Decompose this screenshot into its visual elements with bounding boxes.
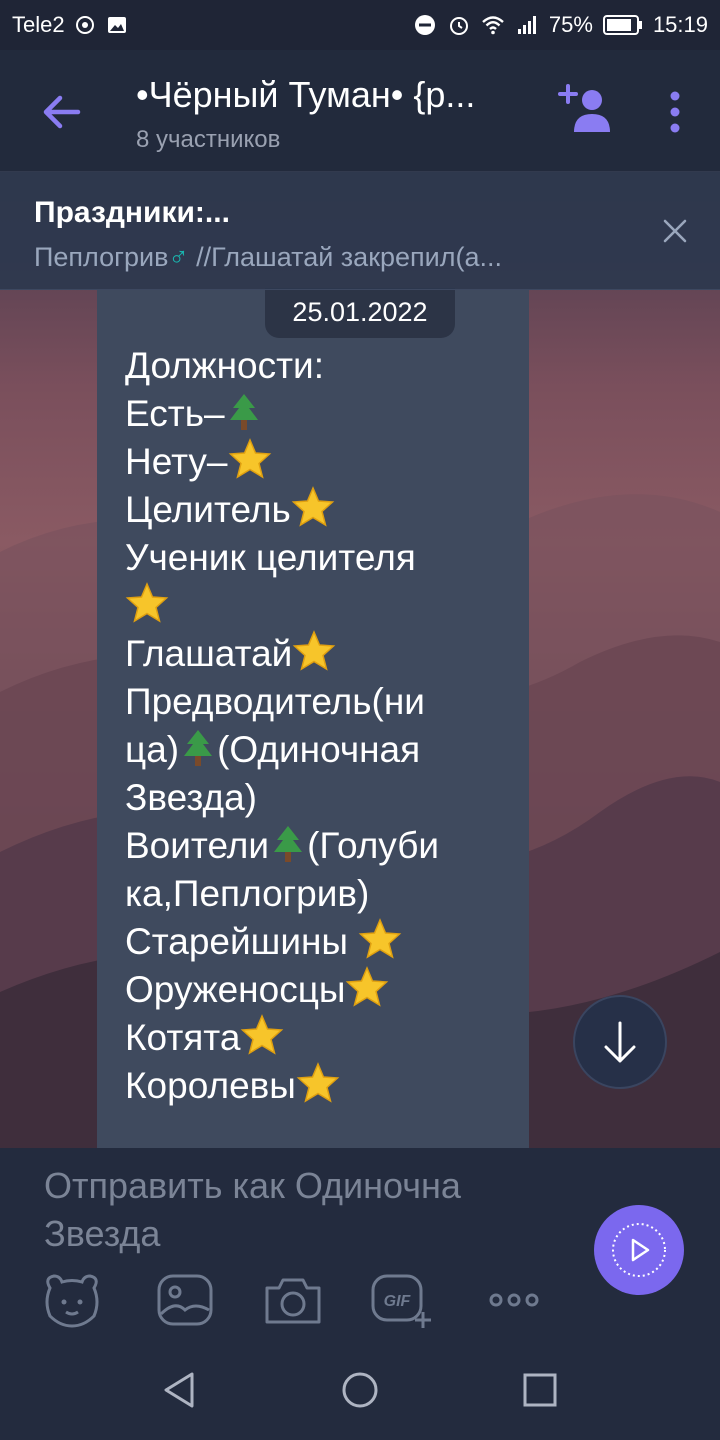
message-line: Звезда) <box>125 777 257 818</box>
message-line: Воители (Голуби <box>125 825 440 866</box>
message-line: Ученик целителя <box>125 537 416 578</box>
status-bar: Tele2 75% 15:19 <box>0 0 720 50</box>
star-emoji-icon <box>241 1014 284 1055</box>
wifi-icon <box>482 16 504 35</box>
more-horizontal-icon[interactable] <box>482 1270 546 1330</box>
date-chip: 25.01.2022 <box>265 288 455 338</box>
message-line: ца) (Одиночная <box>125 729 421 770</box>
gallery-icon <box>107 17 126 33</box>
system-nav-bar <box>0 1338 720 1440</box>
message-line: ка,Пеплогрив) <box>125 873 370 914</box>
message-input[interactable]: Отправить как Одиночна Звезда <box>44 1162 584 1258</box>
star-emoji-icon <box>291 486 335 527</box>
close-icon[interactable] <box>656 212 694 250</box>
message-line: Оруженосцы <box>125 966 525 1014</box>
star-emoji-icon <box>359 918 402 959</box>
member-count[interactable]: 8 участников <box>136 126 280 154</box>
message-line: Целитель <box>125 486 525 534</box>
add-member-icon[interactable] <box>556 80 620 140</box>
message-line: Предводитель(ни <box>125 681 425 722</box>
pinned-action: //Глашатай закрепил(а... <box>188 242 503 272</box>
star-emoji-icon <box>346 966 389 1007</box>
battery-icon <box>602 15 642 35</box>
message-composer: Отправить как Одиночна Звезда GIF <box>0 1148 720 1338</box>
do-not-disturb-icon <box>414 15 435 35</box>
attachment-toolbar: GIF <box>40 1270 560 1330</box>
star-emoji-icon <box>228 438 271 479</box>
more-vertical-icon[interactable] <box>660 88 690 136</box>
svg-text:GIF: GIF <box>384 1293 412 1310</box>
pinned-title: Праздники:... <box>34 196 230 229</box>
chat-title[interactable]: •Чёрный Туман• {р... <box>136 74 536 116</box>
scroll-down-button[interactable] <box>573 995 667 1089</box>
signal-icon <box>517 16 536 34</box>
hotspot-icon <box>75 16 94 34</box>
chat-header: •Чёрный Туман• {р... 8 участников <box>0 50 720 172</box>
message-line: Королевы <box>125 1062 525 1110</box>
pinned-message-bar[interactable]: Праздники:... Пеплогрив♂ //Глашатай закр… <box>0 172 720 290</box>
app-root: Tele2 75% 15:19 •Чёрный Туман• {р... 8 у… <box>0 0 720 1440</box>
send-video-button[interactable] <box>594 1205 684 1295</box>
message-line: Котята <box>125 1014 525 1062</box>
play-circle-icon <box>612 1223 666 1277</box>
back-arrow-icon[interactable] <box>34 84 90 140</box>
star-emoji-icon <box>293 630 336 671</box>
battery-percent: 75% <box>548 12 593 37</box>
message-line <box>125 582 525 630</box>
star-emoji-icon <box>125 582 169 623</box>
message-text: Должности: Есть– Нету– Целитель Ученик ц… <box>125 342 525 1110</box>
message-line: Нету– <box>125 438 525 486</box>
pinned-preview: Пеплогрив♂ //Глашатай закрепил(а... <box>34 242 502 273</box>
message-line: Должности: <box>125 345 324 386</box>
clock: 15:19 <box>652 12 708 37</box>
nav-home-icon[interactable] <box>336 1366 384 1414</box>
star-emoji-icon <box>296 1062 340 1103</box>
tree-emoji-icon <box>274 826 303 862</box>
arrow-down-icon <box>604 1021 636 1063</box>
message-line: Есть– <box>125 390 525 438</box>
message-line: Глашатай <box>125 630 525 678</box>
tree-emoji-icon <box>184 730 213 766</box>
carrier-label: Tele2 <box>12 12 65 37</box>
pinned-author: Пеплогрив <box>34 242 169 272</box>
alarm-icon <box>449 17 468 35</box>
sticker-bear-icon[interactable] <box>40 1270 104 1330</box>
nav-back-icon[interactable] <box>156 1366 204 1414</box>
gallery-icon[interactable] <box>153 1270 217 1330</box>
camera-icon[interactable] <box>261 1270 325 1330</box>
message-line: Старейшины <box>125 918 525 966</box>
tree-emoji-icon <box>229 394 258 430</box>
male-symbol: ♂ <box>168 242 189 272</box>
gif-add-icon[interactable]: GIF <box>369 1270 433 1330</box>
nav-recents-icon[interactable] <box>516 1366 564 1414</box>
